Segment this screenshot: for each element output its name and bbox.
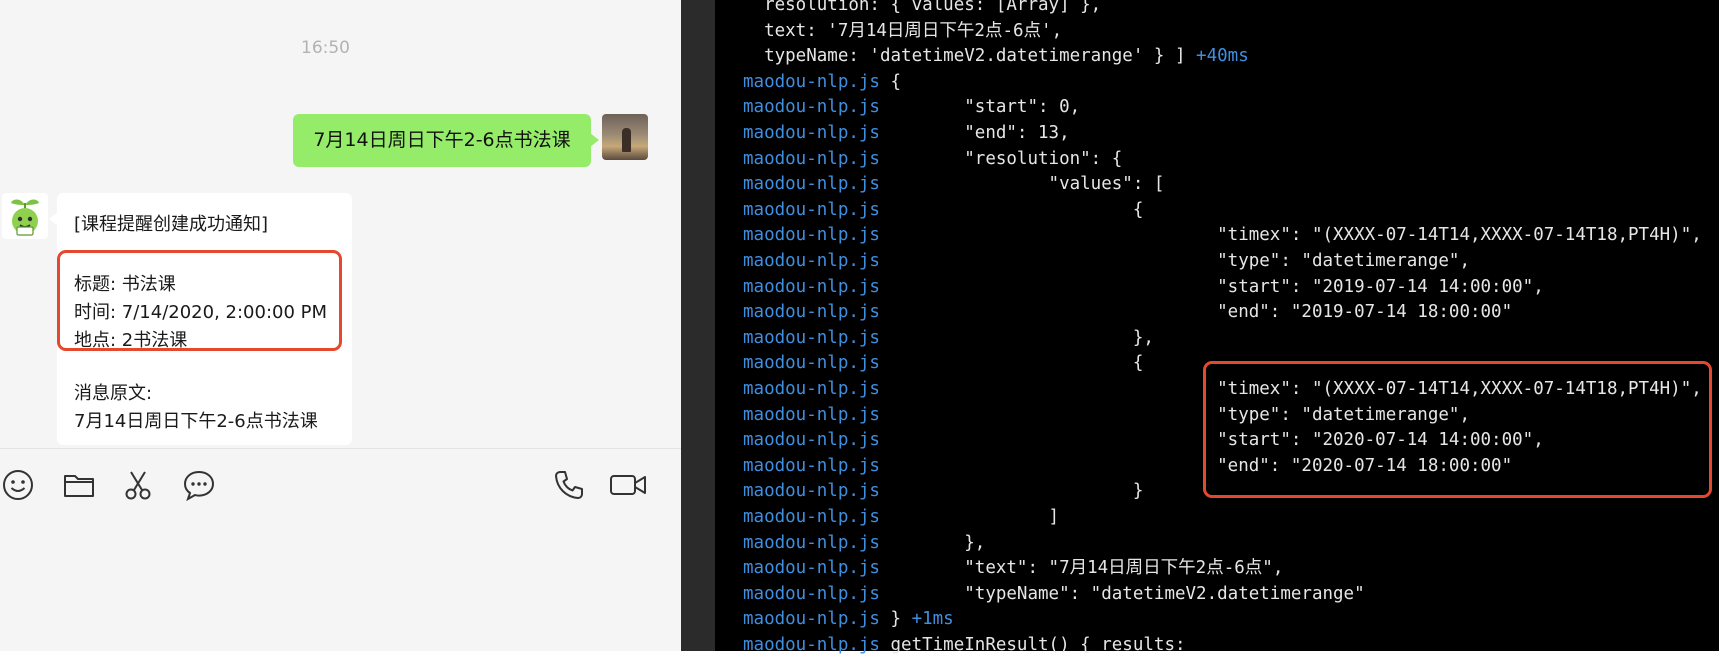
terminal-line: resolution: { values: [Array] }, [743,0,1101,18]
log-prefix: maodou-nlp.js [743,71,880,92]
log-prefix: maodou-nlp.js [743,123,880,143]
bot-avatar[interactable] [2,193,48,239]
log-prefix: maodou-nlp.js [743,455,880,476]
log-prefix: maodou-nlp.js [743,148,880,169]
terminal-line: maodou-nlp.js "timex": "(XXXX-07-14T14,X… [743,223,1702,248]
log-prefix: maodou-nlp.js [743,97,880,118]
terminal-line: maodou-nlp.js } +1ms [743,607,954,632]
terminal-line: typeName: 'datetimeV2.datetimerange' } ]… [743,44,1249,69]
log-prefix: maodou-nlp.js [743,353,880,374]
message-timestamp: 16:50 [301,38,350,58]
log-prefix: maodou-nlp.js [743,481,880,502]
notification-header: [课程提醒创建成功通知] [74,214,269,235]
outgoing-message-bubble[interactable]: 7月14日周日下午2-6点书法课 [293,114,599,167]
scissors-icon[interactable] [121,468,155,502]
log-prefix: maodou-nlp.js [743,174,880,195]
terminal-line: maodou-nlp.js getTimeInResult() { result… [743,633,1186,658]
log-text: getTimeInResult() { results: [879,635,1186,655]
log-text: "type": "datetimerange", [879,251,1470,271]
log-text: "end": "2019-07-14 18:00:00" [879,302,1513,323]
terminal-line: maodou-nlp.js } [743,479,1143,504]
chat-bubble-icon[interactable] [182,468,216,502]
log-text: { [879,199,1144,220]
terminal-line: maodou-nlp.js "start": 0, [743,95,1080,120]
log-prefix: maodou-nlp.js [743,327,880,348]
video-call-icon[interactable] [608,468,648,502]
log-prefix: maodou-nlp.js [743,276,880,297]
log-text: { [879,71,902,92]
log-text: resolution: { values: [Array] }, [743,0,1102,15]
folder-icon[interactable] [62,468,96,502]
log-text: ] [879,507,1060,527]
terminal-line: maodou-nlp.js }, [743,326,1154,351]
highlight-box [57,250,342,351]
log-text: "timex": "(XXXX-07-14T14,XXXX-07-14T18,P… [879,225,1702,246]
log-text: "typeName": "datetimeV2.datetimerange" [879,583,1365,604]
terminal-line: maodou-nlp.js "text": "7月14日周日下午2点-6点", [743,556,1283,581]
terminal-line: maodou-nlp.js { [743,70,901,95]
log-text: }, [879,532,986,553]
terminal-line: maodou-nlp.js "typeName": "datetimeV2.da… [743,582,1365,607]
log-text: "text": "7月14日周日下午2点-6点", [879,558,1284,579]
log-text: "resolution": { [879,148,1123,169]
sprout-bot-icon [11,199,39,236]
terminal-line: maodou-nlp.js }, [743,531,985,556]
original-message-label: 消息原文: [74,383,153,404]
log-text: }, [879,327,1154,348]
terminal-line: text: '7月14日周日下午2点-6点', [743,19,1062,44]
log-prefix: maodou-nlp.js [743,225,880,246]
log-text: "values": [ [879,174,1165,195]
terminal-line: maodou-nlp.js "values": [ [743,172,1164,197]
terminal-line: maodou-nlp.js { [743,198,1143,223]
log-prefix: maodou-nlp.js [743,251,880,271]
log-text: typeName: 'datetimeV2.datetimerange' } ] [743,46,1197,67]
log-prefix: maodou-nlp.js [743,430,880,451]
log-prefix: maodou-nlp.js [743,199,880,220]
log-text: { [879,353,1144,374]
log-prefix: maodou-nlp.js [743,583,880,604]
log-timing: +40ms [1196,46,1249,67]
log-text: "end": 13, [879,123,1070,143]
terminal-line: maodou-nlp.js "type": "datetimerange", [743,249,1470,274]
terminal-gutter [681,0,715,651]
log-prefix: maodou-nlp.js [743,507,880,527]
log-prefix: maodou-nlp.js [743,609,880,630]
chat-panel: 16:50 7月14日周日下午2-6点书法课 [课程提醒创建成功通知] 标题: … [0,0,681,651]
log-timing: +1ms [911,609,954,630]
log-prefix: maodou-nlp.js [743,379,880,399]
terminal-line: maodou-nlp.js "start": "2019-07-14 14:00… [743,275,1544,300]
log-text: } [879,481,1144,502]
emoji-icon[interactable] [1,468,35,502]
log-prefix: maodou-nlp.js [743,558,880,579]
log-text: text: '7月14日周日下午2点-6点', [743,20,1063,41]
terminal-line: maodou-nlp.js "end": "2019-07-14 18:00:0… [743,300,1512,325]
terminal-line: maodou-nlp.js { [743,351,1143,376]
log-text: "start": "2019-07-14 14:00:00", [879,276,1544,297]
terminal-line: maodou-nlp.js "end": 13, [743,121,1070,146]
input-divider [0,448,681,449]
log-text: } [879,609,912,630]
terminal-line: maodou-nlp.js "resolution": { [743,147,1122,172]
user-avatar[interactable] [602,114,648,160]
log-prefix: maodou-nlp.js [743,635,880,655]
log-text: "start": 0, [879,97,1081,118]
log-prefix: maodou-nlp.js [743,302,880,323]
phone-icon[interactable] [552,468,586,502]
terminal-line: maodou-nlp.js ] [743,505,1059,530]
log-prefix: maodou-nlp.js [743,532,880,553]
log-prefix: maodou-nlp.js [743,404,880,425]
highlight-box [1203,361,1712,498]
original-message-text: 7月14日周日下午2-6点书法课 [74,411,318,432]
